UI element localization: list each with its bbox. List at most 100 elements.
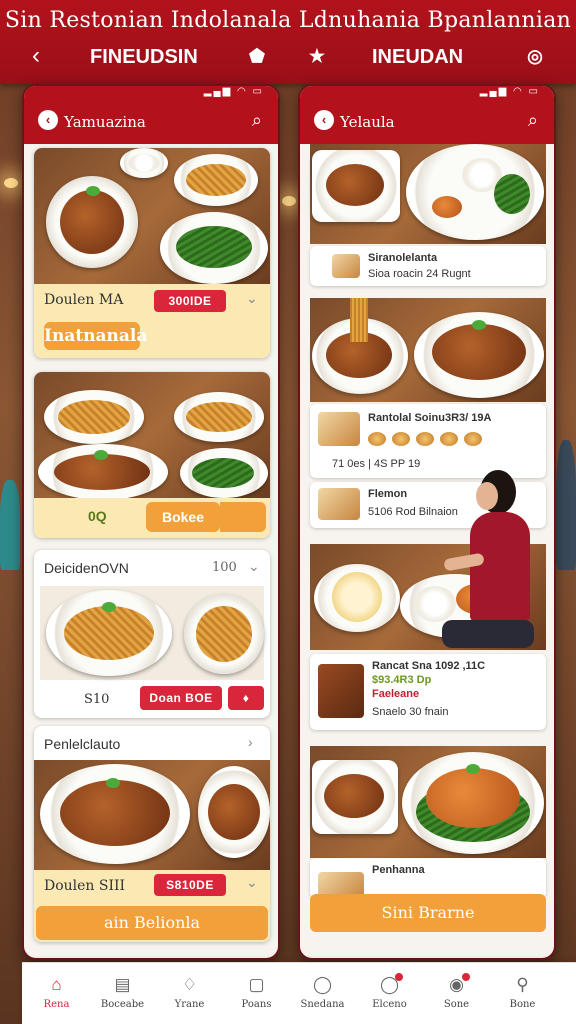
plate — [184, 594, 264, 674]
item-count: 100 — [212, 560, 237, 575]
app-banner: Sin Restonian Indolanala Ldnuhania Bpanl… — [0, 0, 576, 84]
tab-label: Snedana — [300, 999, 345, 1010]
card-footer: 0Q Bokee — [34, 498, 270, 538]
tab-document[interactable]: ▤ Boceabe — [88, 963, 157, 1024]
plate — [44, 390, 144, 444]
tab-home[interactable]: ⌂ Rena — [22, 963, 91, 1024]
tab-label: Rena — [43, 999, 70, 1010]
tag-icon[interactable]: ⬟ — [246, 46, 268, 68]
dish-icon — [416, 432, 434, 446]
food-photo — [310, 298, 546, 402]
back-icon[interactable]: ‹ — [314, 110, 334, 130]
order-button[interactable]: Inatnanala — [44, 322, 147, 350]
ceiling-lamp — [4, 178, 18, 188]
dish-label: Doulen SIII — [44, 878, 126, 894]
list-item-title: Flemon — [368, 488, 408, 500]
document-icon: ▤ — [114, 975, 131, 994]
card-footer: Doulen MA 300IDE ⌄ Inatnanala — [34, 284, 270, 358]
list-item[interactable]: Siranolelanta Sioa roacin 24 Rugnt — [310, 246, 546, 286]
cta-button[interactable]: Sini Brarne — [310, 894, 546, 932]
left-phone-screen: ▂▄▆ ◠ ▭ ‹ Yamuazina ⌕ Doulen MA 300IDE ⌄… — [22, 84, 280, 960]
plate — [40, 764, 190, 864]
tab-label: Boceabe — [100, 999, 145, 1010]
notification-badge — [462, 973, 470, 981]
tab-profile[interactable]: ⚲ Bone — [488, 963, 557, 1024]
chevron-down-icon[interactable]: ⌄ — [246, 874, 258, 891]
chevron-down-icon[interactable]: ⌄ — [248, 558, 260, 575]
price-text: S10 — [84, 692, 110, 707]
card-title: DeicidenOVN — [44, 560, 129, 576]
camera-icon[interactable]: ◎ — [524, 46, 546, 68]
plate — [38, 444, 168, 500]
food-photo — [34, 372, 270, 500]
bottom-tab-bar: ⌂ Rena ▤ Boceabe ♢ Yrane ▢ Poans ◯ Sneda… — [22, 962, 576, 1024]
tab-message[interactable]: ◯ Snedana — [288, 963, 357, 1024]
price-badge[interactable]: S810DE — [154, 874, 226, 896]
banner-title: Sin Restonian Indolanala Ldnuhania Bpanl… — [4, 8, 572, 33]
chat-icon: ▢ — [248, 975, 265, 994]
notification-badge — [395, 973, 403, 981]
food-thumbnail — [318, 412, 360, 446]
screen-title: Yelaula — [340, 113, 395, 131]
price-text: 0Q — [88, 508, 107, 524]
list-item[interactable]: Penhanna — [310, 858, 546, 898]
tab-label: Bone — [509, 999, 536, 1010]
card-title: Penlelclauto — [44, 736, 121, 752]
noodle-lift — [350, 298, 368, 342]
dish-icon — [440, 432, 458, 446]
chevron-left-icon[interactable]: ‹ — [32, 42, 40, 70]
food-photo — [40, 586, 264, 680]
banner-tab-left[interactable]: FINEUDSIN — [90, 46, 198, 69]
order-button[interactable]: Doan BOE — [140, 686, 222, 710]
dish-icon — [464, 432, 482, 446]
menu-card[interactable]: 0Q Bokee — [34, 372, 270, 538]
menu-card[interactable]: DeicidenOVN 100 ⌄ S10 Doan BOE ♦ — [34, 550, 270, 718]
back-icon[interactable]: ‹ — [38, 110, 58, 130]
legs — [442, 620, 534, 648]
search-icon[interactable]: ⌕ — [528, 110, 538, 131]
profile-icon: ⚲ — [516, 975, 529, 994]
order-button[interactable]: Bokee — [146, 502, 220, 532]
plate — [120, 148, 168, 178]
screen-header: ‹ Yelaula ⌕ — [300, 100, 554, 144]
chevron-down-icon[interactable]: ⌄ — [246, 290, 258, 307]
star-icon[interactable]: ★ — [306, 46, 328, 68]
banner-tab-right[interactable]: INEUDAN — [372, 46, 463, 69]
search-icon[interactable]: ⌕ — [252, 110, 262, 131]
tab-pin[interactable]: ◉ Sone — [422, 963, 491, 1024]
menu-card[interactable]: Doulen MA 300IDE ⌄ Inatnanala — [34, 148, 270, 358]
plate — [312, 760, 398, 834]
status-bar: ▂▄▆ ◠ ▭ — [300, 86, 554, 100]
home-icon: ⌂ — [51, 975, 62, 994]
plate — [160, 212, 268, 284]
list-item-subtitle: Sioa roacin 24 Rugnt — [368, 268, 471, 280]
list-item[interactable]: Rantolal Soinu3R3/ 19A 71 0es | 4S PP 19 — [310, 404, 546, 478]
tab-label: Sone — [443, 999, 470, 1010]
price-badge[interactable]: 300IDE — [154, 290, 226, 312]
tag-text: Faeleane — [372, 688, 420, 700]
chevron-right-icon[interactable]: › — [248, 734, 253, 750]
tab-notification[interactable]: ◯ Elceno — [355, 963, 424, 1024]
tab-label: Yrane — [174, 999, 205, 1010]
plate — [414, 312, 544, 398]
menu-card[interactable]: Penlelclauto › Doulen SIII S810DE ⌄ ain … — [34, 726, 270, 942]
dish-label: Doulen MA — [44, 292, 124, 308]
plate — [46, 176, 138, 268]
message-icon: ◯ — [312, 975, 333, 994]
plate — [312, 150, 400, 222]
tab-chat[interactable]: ▢ Poans — [222, 963, 291, 1024]
cta-button[interactable]: ain Belionla — [36, 906, 268, 940]
dish-icon — [368, 432, 386, 446]
face — [476, 482, 498, 510]
plate — [174, 154, 258, 206]
list-item[interactable]: Rancat Sna 1092 ,11C $93.4R3 Dp Faeleane… — [310, 654, 546, 730]
food-thumbnail — [318, 488, 360, 520]
food-photo — [34, 760, 270, 870]
background-diner — [0, 480, 20, 570]
ceiling-lamp — [282, 196, 296, 206]
background-diner — [556, 440, 576, 570]
bookmark-icon[interactable]: ♦ — [228, 686, 264, 710]
plate — [402, 752, 544, 854]
tab-label: Poans — [241, 999, 272, 1010]
tab-bell[interactable]: ♢ Yrane — [155, 963, 224, 1024]
